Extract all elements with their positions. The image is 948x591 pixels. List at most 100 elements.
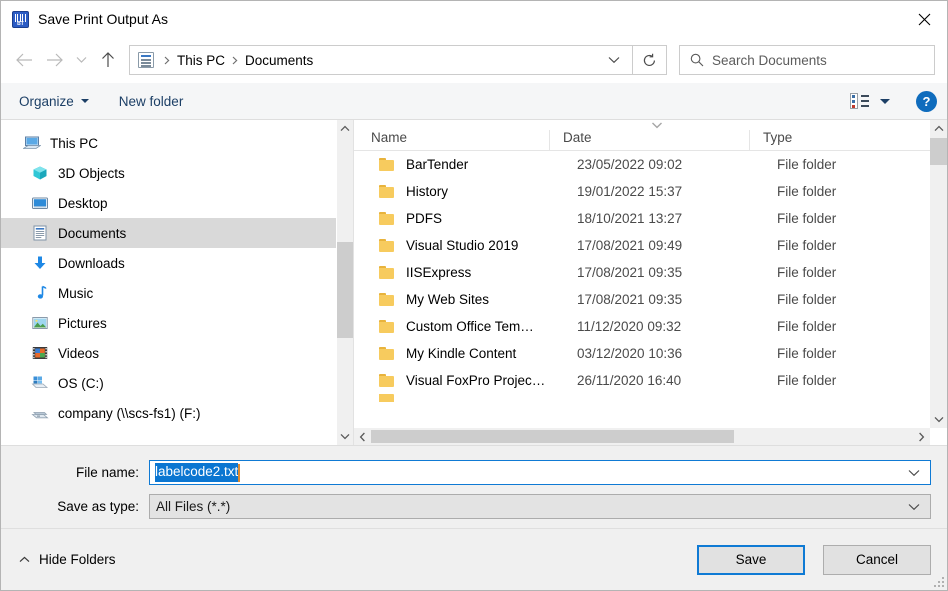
refresh-icon xyxy=(643,53,655,66)
back-button[interactable] xyxy=(9,45,39,75)
file-name: My Kindle Content xyxy=(406,346,517,361)
forward-button[interactable] xyxy=(39,45,69,75)
file-list-vertical-scrollbar[interactable] xyxy=(930,120,947,428)
footer-buttons: Save Cancel xyxy=(697,544,931,575)
breadcrumb-item-this-pc[interactable]: This PC xyxy=(175,53,227,68)
new-folder-button[interactable]: New folder xyxy=(119,94,184,109)
filename-input[interactable]: labelcode2.txt xyxy=(149,460,931,485)
folder-icon xyxy=(379,185,394,198)
search-input[interactable] xyxy=(712,52,934,68)
hscroll-thumb[interactable] xyxy=(371,430,734,443)
table-row[interactable]: My Web Sites 17/08/2021 09:35 File folde… xyxy=(354,286,930,313)
folder-icon xyxy=(379,347,394,360)
table-row[interactable]: Custom Office Tem… 11/12/2020 09:32 File… xyxy=(354,313,930,340)
vscroll-down-button[interactable] xyxy=(930,411,947,428)
sidebar-item-label: 3D Objects xyxy=(58,165,125,181)
file-list-horizontal-scrollbar[interactable] xyxy=(354,428,930,445)
save-button[interactable]: Save xyxy=(697,544,805,575)
file-type: File folder xyxy=(777,346,837,361)
new-folder-label: New folder xyxy=(118,93,184,109)
text-caret xyxy=(238,463,241,482)
sidebar-item-videos[interactable]: Videos xyxy=(1,338,353,368)
file-date: 23/05/2022 09:02 xyxy=(577,157,683,172)
chevron-up-icon xyxy=(340,125,350,132)
breadcrumb-item-documents[interactable]: Documents xyxy=(243,53,315,68)
sidebar-item-label: Videos xyxy=(58,345,100,361)
sidebar-item-3d-objects[interactable]: 3D Objects xyxy=(1,158,353,188)
table-row[interactable]: PDFS 18/10/2021 13:27 File folder xyxy=(354,205,930,232)
sidebar-scroll-thumb[interactable] xyxy=(337,242,353,338)
filename-label: File name: xyxy=(75,465,139,480)
sidebar-scroll-down-button[interactable] xyxy=(337,428,353,445)
desktop-icon xyxy=(31,195,49,211)
toolbar: Organize New folder ? xyxy=(1,83,947,120)
hide-folders-button[interactable]: Hide Folders xyxy=(19,552,116,567)
filename-dropdown-button[interactable] xyxy=(908,469,930,477)
toolbar-right-group: ? xyxy=(850,90,937,112)
close-icon xyxy=(918,13,930,25)
details-view-icon xyxy=(850,93,869,109)
sidebar-scroll-up-button[interactable] xyxy=(337,120,353,137)
chevron-down-icon xyxy=(80,99,89,103)
folder-icon xyxy=(379,374,394,387)
sidebar-item-label: OS (C:) xyxy=(58,375,104,391)
column-header-type[interactable]: Type xyxy=(749,130,930,150)
folder-tree: This PC 3D Objects Desktop Documents Dow… xyxy=(1,120,353,428)
sidebar-item-company-network-drive[interactable]: company (\\scs-fs1) (F:) xyxy=(1,398,353,428)
save-form: File name: labelcode2.txt Save as type: … xyxy=(1,446,947,528)
pictures-icon xyxy=(31,315,49,331)
vscroll-up-button[interactable] xyxy=(930,120,947,137)
close-button[interactable] xyxy=(901,1,947,37)
sidebar-item-downloads[interactable]: Downloads xyxy=(1,248,353,278)
file-type: File folder xyxy=(777,292,837,307)
column-header-name[interactable]: Name xyxy=(354,130,549,150)
table-row[interactable]: BarTender 23/05/2022 09:02 File folder xyxy=(354,151,930,178)
table-row[interactable]: IISExpress 17/08/2021 09:35 File folder xyxy=(354,259,930,286)
chevron-down-icon xyxy=(880,98,890,104)
navigation-pane: This PC 3D Objects Desktop Documents Dow… xyxy=(1,120,353,445)
search-box[interactable] xyxy=(679,45,935,75)
sidebar-item-os-c[interactable]: OS (C:) xyxy=(1,368,353,398)
arrow-up-icon xyxy=(102,52,114,67)
cancel-label: Cancel xyxy=(855,552,899,567)
address-dropdown-button[interactable] xyxy=(596,56,632,64)
table-row[interactable]: Visual FoxPro Projec… 26/11/2020 16:40 F… xyxy=(354,367,930,394)
change-view-button[interactable] xyxy=(850,93,890,109)
sidebar-item-desktop[interactable]: Desktop xyxy=(1,188,353,218)
sidebar-item-pictures[interactable]: Pictures xyxy=(1,308,353,338)
table-row[interactable]: History 19/01/2022 15:37 File folder xyxy=(354,178,930,205)
table-row[interactable]: My Kindle Content 03/12/2020 10:36 File … xyxy=(354,340,930,367)
local-disk-icon xyxy=(31,375,49,391)
table-row[interactable]: Visual Studio 2019 17/08/2021 09:49 File… xyxy=(354,232,930,259)
network-drive-icon xyxy=(31,405,49,421)
sidebar-item-this-pc[interactable]: This PC xyxy=(1,128,353,158)
filetype-dropdown-button[interactable] xyxy=(908,503,930,511)
help-button[interactable]: ? xyxy=(916,90,937,112)
file-date: 17/08/2021 09:35 xyxy=(577,292,683,307)
table-row[interactable] xyxy=(354,394,930,402)
refresh-button[interactable] xyxy=(633,45,667,75)
sidebar-scrollbar[interactable] xyxy=(336,120,353,445)
chevron-down-icon xyxy=(908,469,920,476)
file-date: 19/01/2022 15:37 xyxy=(577,184,683,199)
chevron-down-icon xyxy=(340,433,350,440)
recent-locations-button[interactable] xyxy=(69,45,93,75)
sidebar-item-documents[interactable]: Documents xyxy=(1,218,353,248)
cancel-button[interactable]: Cancel xyxy=(823,544,931,575)
up-one-level-button[interactable] xyxy=(93,45,123,75)
file-date: 18/10/2021 13:27 xyxy=(577,211,683,226)
resize-grip-icon[interactable] xyxy=(933,576,944,587)
vscroll-thumb[interactable] xyxy=(930,138,947,165)
file-type: File folder xyxy=(777,211,837,226)
hscroll-left-button[interactable] xyxy=(354,428,371,445)
organize-button[interactable]: Organize xyxy=(19,94,89,109)
hscroll-right-button[interactable] xyxy=(913,428,930,445)
organize-label: Organize xyxy=(19,93,74,109)
documents-icon xyxy=(31,225,49,241)
help-label: ? xyxy=(922,93,931,109)
filetype-select[interactable]: All Files (*.*) xyxy=(149,494,931,519)
address-bar[interactable]: This PC Documents xyxy=(129,45,633,75)
sidebar-item-music[interactable]: Music xyxy=(1,278,353,308)
folder-icon xyxy=(379,158,394,171)
column-header-date[interactable]: Date xyxy=(549,130,749,150)
